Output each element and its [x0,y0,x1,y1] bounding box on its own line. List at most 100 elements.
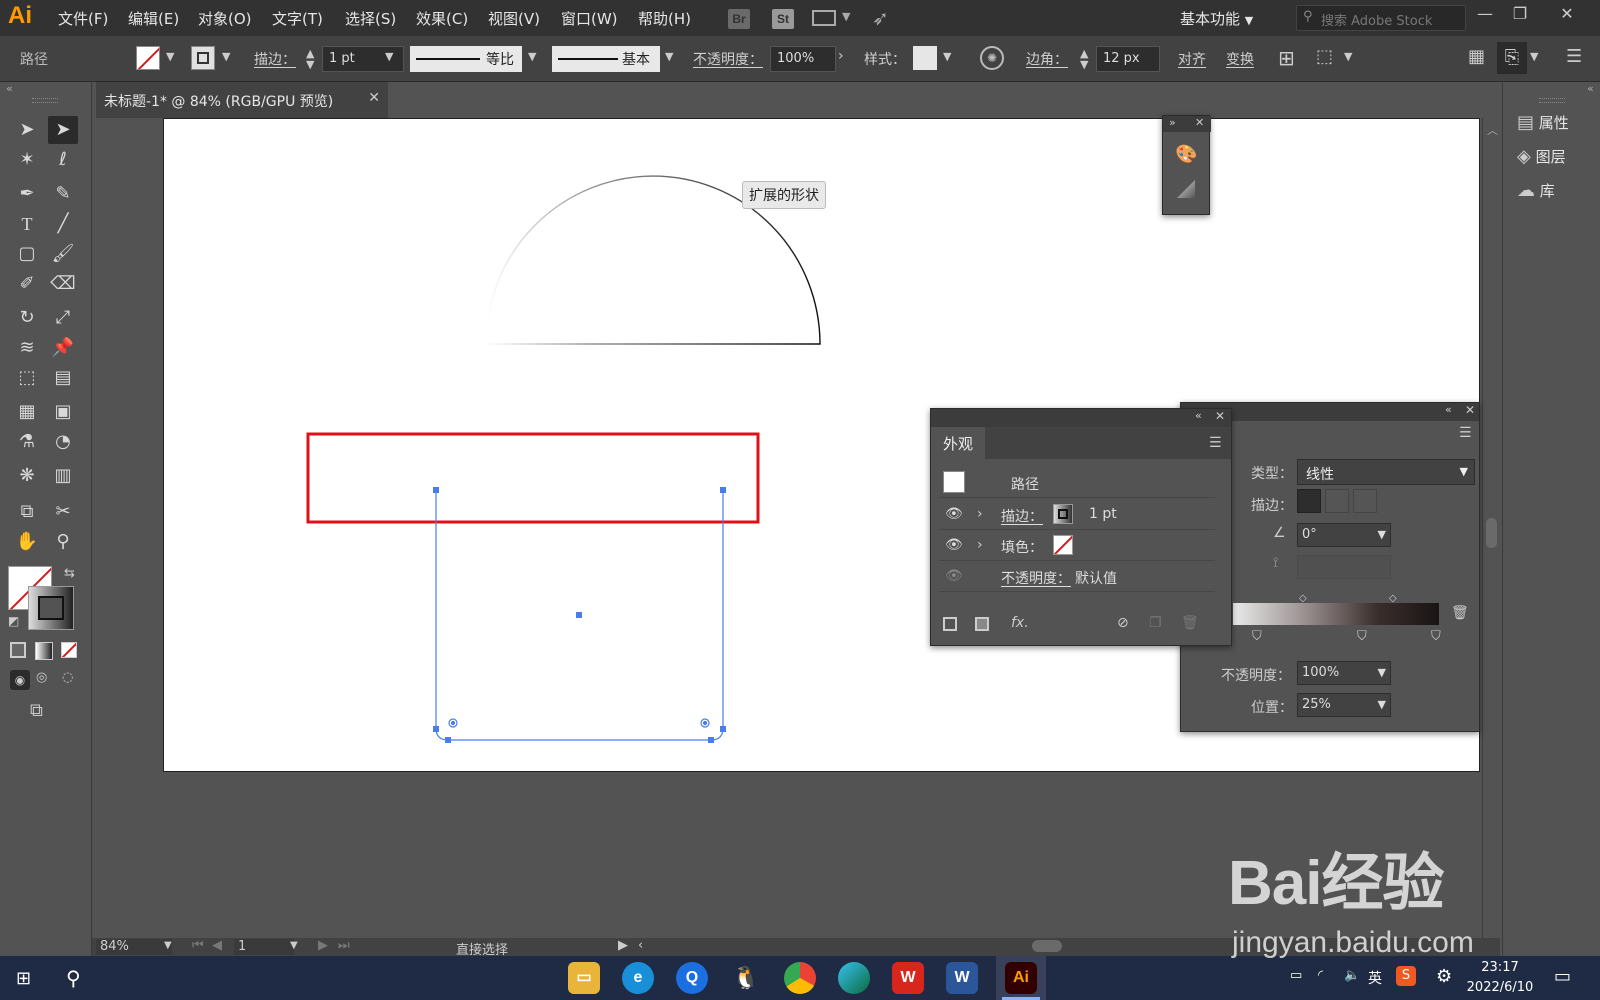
expand-icon[interactable]: » [1169,116,1176,129]
browser-icon[interactable]: Q [676,962,708,994]
wps-icon[interactable]: W [892,962,924,994]
stroke-swatch[interactable] [1053,504,1073,524]
stop-opacity-label: 不透明度： [1221,668,1291,684]
chrome-icon[interactable] [784,962,816,994]
scroll-left-icon[interactable]: ‹ [638,938,643,953]
gradient-type-select[interactable]: 线性 ▼ [1297,459,1475,485]
fill-none-swatch[interactable] [1053,535,1073,555]
chevron-down-icon: ▼ [1377,698,1386,711]
appearance-row-object[interactable]: 路径 [939,467,1215,498]
color-guide-icon[interactable]: 🎨 [1175,144,1197,165]
appearance-row-fill[interactable]: 👁 › 填色： [939,530,1215,561]
sogou-icon[interactable]: S [1396,966,1416,986]
dock-layers[interactable]: ◈ 图层 [1517,146,1566,174]
appearance-row-stroke[interactable]: 👁 › 描边： 1 pt [939,499,1215,530]
chevron-right-icon[interactable]: › [977,537,983,553]
scroll-thumb[interactable] [1486,518,1497,548]
gradient-stop[interactable]: ⛉ [1357,629,1367,644]
stroke-along-icon[interactable] [1325,489,1349,513]
close-icon[interactable]: ✕ [1465,403,1475,417]
close-icon[interactable]: ✕ [1215,409,1225,423]
next-artboard-icon: ▶ [318,938,328,953]
clock-date: 2022/6/10 [1466,980,1534,995]
battery-icon[interactable]: ▭ [1290,968,1302,983]
dock-libraries[interactable]: ☁ 库 [1517,180,1555,208]
dock-layers-label: 图层 [1535,148,1566,166]
appearance-row-opacity[interactable]: 👁 不透明度： 默认值 [939,561,1215,592]
collapse-icon[interactable]: « [1445,403,1452,416]
anchor-points [433,487,726,743]
clock-time: 23:17 [1481,960,1519,975]
settings-icon[interactable]: ⚙ [1436,966,1452,987]
stroke-across-icon[interactable] [1353,489,1377,513]
illustrator-taskbar-active[interactable]: Ai [996,956,1046,1000]
clear-appearance-icon[interactable]: ⊘ [1117,615,1129,631]
close-icon[interactable]: ✕ [1195,116,1204,129]
add-stroke-icon[interactable] [943,617,957,631]
appearance-fill-label[interactable]: 填色： [1001,537,1043,557]
collapse-icon[interactable]: « [1195,409,1202,422]
windows-start-icon[interactable]: ⊞ [16,968,31,989]
collapse-icon[interactable]: « [1587,82,1594,95]
dock-properties[interactable]: ▤ 属性 [1517,112,1569,140]
word-icon[interactable]: W [946,962,978,994]
stop-opacity-field[interactable]: 100% ▼ [1297,661,1391,685]
stop-position-field[interactable]: 25% ▼ [1297,693,1391,717]
illustrator-icon: Ai [1005,962,1037,994]
add-effect-icon[interactable]: fx. [1011,615,1029,631]
first-artboard-icon: ⏮ [192,938,204,953]
tab-appearance[interactable]: 外观 [931,427,985,459]
highlight-box [306,432,760,524]
scroll-up-icon[interactable]: ︿ [1487,122,1498,138]
grip-handle[interactable] [1539,98,1565,103]
delete-stop-icon[interactable]: 🗑 [1451,605,1469,621]
panel-menu-icon[interactable]: ☰ [1209,435,1222,451]
gradient-slider[interactable] [1233,603,1439,625]
gradient-type-value: 线性 [1306,467,1334,483]
appearance-opacity-label[interactable]: 不透明度： [1001,568,1071,588]
eye-icon[interactable]: 👁 [945,537,963,553]
volume-icon[interactable]: 🔈 [1344,968,1360,983]
wifi-icon[interactable]: ◜ [1318,968,1323,983]
chevron-down-icon[interactable]: ▼ [164,940,172,951]
floating-mini-panel: » ✕ 🎨 [1162,115,1211,215]
gradient-stop[interactable]: ⛉ [1431,629,1441,644]
eye-icon[interactable]: 👁 [945,568,963,584]
artboard-number: 1 [238,939,247,954]
dock-properties-label: 属性 [1538,114,1569,132]
dock-libraries-label: 库 [1539,182,1555,200]
layers-icon: ◈ [1517,146,1531,167]
live-corner-widgets [448,718,710,728]
chevron-down-icon: ▼ [1459,465,1468,478]
edge-icon[interactable] [838,962,870,994]
input-language[interactable]: 英 [1368,968,1382,988]
horizontal-scroll-thumb[interactable] [1032,940,1062,952]
notification-icon[interactable]: ▭ [1554,966,1571,987]
gradient-angle-field[interactable]: 0° ▼ [1297,523,1391,547]
panel-menu-icon[interactable]: ☰ [1459,425,1472,441]
add-fill-icon[interactable] [975,617,989,631]
appearance-stroke-label[interactable]: 描边： [1001,506,1043,526]
properties-icon: ▤ [1517,112,1535,133]
taskbar-clock[interactable]: 23:17 2022/6/10 [1460,958,1540,998]
appearance-stroke-value: 1 pt [1089,506,1117,522]
gradient-panel-icon[interactable] [1177,180,1195,198]
gradient-type-label: 类型： [1251,466,1293,482]
qq-icon[interactable]: 🐧 [730,962,762,994]
eye-icon[interactable]: 👁 [945,506,963,522]
status-menu-icon[interactable]: ▶ [618,938,628,953]
stroke-within-icon[interactable] [1297,489,1321,513]
previous-artboard-icon: ◀ [212,938,222,953]
ie-browser-icon[interactable]: e [622,962,654,994]
artboard-field[interactable]: 1 [234,939,294,955]
vertical-scrollbar[interactable]: ︿ [1482,118,1500,938]
chevron-down-icon[interactable]: ▼ [290,940,298,951]
stop-position-value: 25% [1302,697,1331,712]
search-icon[interactable]: ⚲ [66,966,81,990]
chevron-right-icon[interactable]: › [977,506,983,522]
zoom-field[interactable]: 84% [96,939,172,955]
gradient-stop[interactable]: ⛉ [1252,629,1262,644]
aspect-ratio-field [1297,555,1391,579]
right-dock: « ▤ 属性 ◈ 图层 ☁ 库 [1502,82,1600,956]
file-explorer-icon[interactable]: ▭ [568,962,600,994]
